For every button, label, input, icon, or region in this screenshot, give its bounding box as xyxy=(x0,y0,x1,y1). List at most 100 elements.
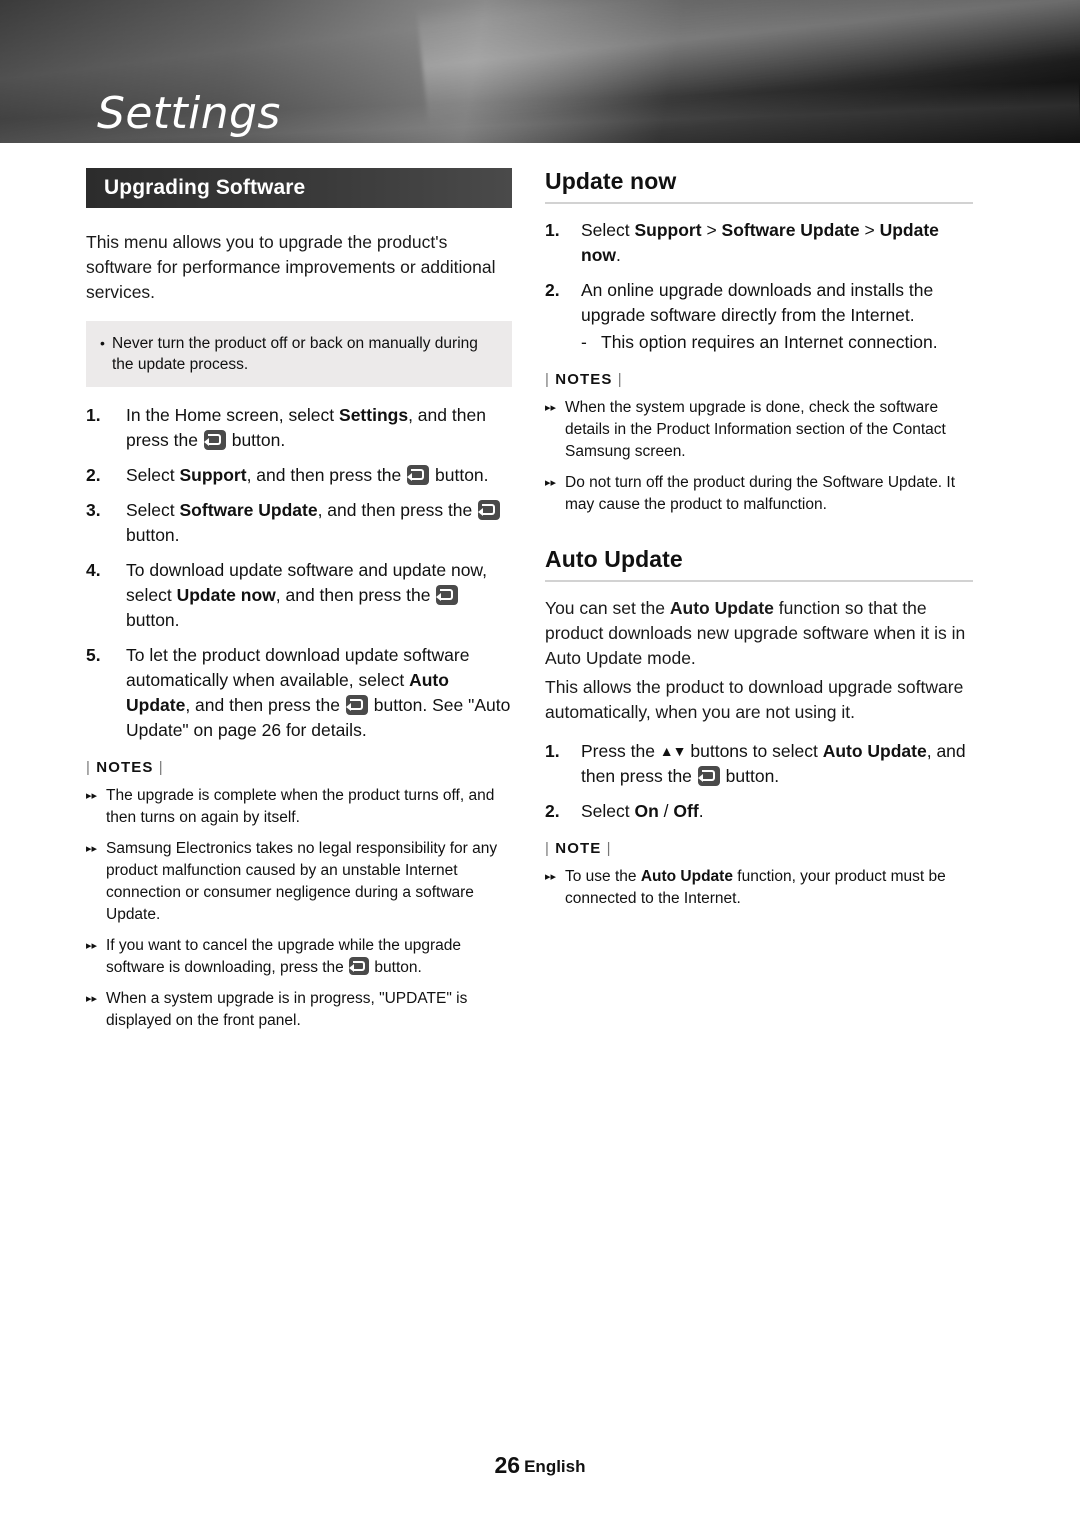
step-text-post: . xyxy=(698,801,704,821)
note-text-pre: To use the xyxy=(565,868,641,885)
section-title-upgrading-software: Upgrading Software xyxy=(86,168,512,208)
step-item: 5. To let the product download update so… xyxy=(86,643,512,743)
auto-update-steps: 1. Press the ▲▼ buttons to select Auto U… xyxy=(545,739,973,824)
footer-language: English xyxy=(524,1457,586,1476)
step-number: 3. xyxy=(86,500,101,520)
heading-auto-update: Auto Update xyxy=(545,546,973,582)
note-text: The upgrade is complete when the product… xyxy=(106,787,495,826)
step-text-post: button. xyxy=(126,525,180,545)
step-text-post: button. xyxy=(226,430,286,450)
note-arrow-icon: ▸▸ xyxy=(545,477,557,489)
auto-update-paragraph-1: You can set the Auto Update function so … xyxy=(545,596,973,671)
step-text-mid: , and then press the xyxy=(185,695,345,715)
option-off: Off xyxy=(673,801,699,821)
step-text-pre: Select xyxy=(581,220,635,240)
note-text: When the system upgrade is done, check t… xyxy=(565,399,946,460)
step-bold-term: Auto Update xyxy=(822,741,927,761)
step-item: 2. Select Support, and then press the bu… xyxy=(86,463,512,488)
step-bold-term: Settings xyxy=(339,405,409,425)
enter-key-icon xyxy=(348,957,370,975)
up-down-arrows-icon: ▲▼ xyxy=(659,743,687,759)
step-text: Select Support > Software Update > Updat… xyxy=(581,218,973,268)
step-bold-term: Support xyxy=(179,465,247,485)
option-on: On xyxy=(634,801,659,821)
step-bold-term: Update now xyxy=(176,585,276,605)
dash-marker: - xyxy=(581,332,587,352)
note-arrow-icon: ▸▸ xyxy=(86,790,98,802)
step-text: An online upgrade downloads and installs… xyxy=(581,280,934,325)
step-sub-text: This option requires an Internet connect… xyxy=(601,332,938,352)
notes-heading-right-2: | NOTE | xyxy=(545,840,612,857)
enter-key-icon xyxy=(203,430,226,450)
auto-update-paragraph-2: This allows the product to download upgr… xyxy=(545,677,964,722)
page-footer: 26 English xyxy=(0,1452,1080,1479)
auto-update-p1-pre: You can set the xyxy=(545,598,670,618)
step-number: 2. xyxy=(86,465,101,485)
left-numbered-steps: 1. In the Home screen, select Settings , … xyxy=(86,403,512,743)
step-text: Select Support, and then press the butto… xyxy=(126,463,489,488)
step-separator: > xyxy=(701,220,722,240)
step-bold-term: Software Update xyxy=(179,500,318,520)
step-item: 1. Press the ▲▼ buttons to select Auto U… xyxy=(545,739,973,789)
step-item: 1. Select Support > Software Update > Up… xyxy=(545,218,973,268)
step-text-pre: In the Home screen, select xyxy=(126,405,340,425)
enter-key-icon xyxy=(407,465,430,485)
page-header-banner: Settings xyxy=(0,0,1080,143)
step-number: 1. xyxy=(545,741,560,761)
step-text: Select Software Update, and then press t… xyxy=(126,498,512,548)
step-text-post: button. xyxy=(430,465,489,485)
step-text: Press the ▲▼ buttons to select Auto Upda… xyxy=(581,739,973,789)
enter-key-icon xyxy=(436,585,459,605)
step-text-mid: , and then press the xyxy=(317,500,478,520)
page-title: Settings xyxy=(97,88,281,139)
step-number: 1. xyxy=(86,405,101,425)
step-text-mid: , and then press the xyxy=(246,465,407,485)
step-text: Select On / Off. xyxy=(581,799,704,824)
step-text-mid: buttons to select xyxy=(685,741,823,761)
step-item: 3. Select Software Update, and then pres… xyxy=(86,498,512,548)
warning-callout-text: Never turn the product off or back on ma… xyxy=(112,335,478,373)
step-text-post: . xyxy=(616,245,621,265)
note-text: To use the Auto Update function, your pr… xyxy=(565,866,973,910)
enter-key-icon xyxy=(697,766,720,786)
page-number: 26 xyxy=(494,1452,521,1478)
notes-heading-right-2-text: NOTE xyxy=(555,840,602,857)
step-text: To let the product download update softw… xyxy=(126,643,512,743)
note-bold-term: Auto Update xyxy=(640,868,733,885)
right-column: Update now 1. Select Support > Software … xyxy=(545,168,973,919)
notes-heading-right-1-text: NOTES xyxy=(555,371,613,388)
step-item: 2. An online upgrade downloads and insta… xyxy=(545,278,973,328)
notes-heading-left: | NOTES | xyxy=(86,759,164,776)
note-text-post: button. xyxy=(370,959,422,976)
left-column: Upgrading Software This menu allows you … xyxy=(86,168,512,1041)
note-item: ▸▸ Do not turn off the product during th… xyxy=(545,472,973,516)
note-item: ▸▸ The upgrade is complete when the prod… xyxy=(86,785,512,829)
step-number: 2. xyxy=(545,280,560,300)
note-arrow-icon: ▸▸ xyxy=(86,940,98,952)
intro-paragraph: This menu allows you to upgrade the prod… xyxy=(86,232,496,302)
note-item: ▸▸ When a system upgrade is in progress,… xyxy=(86,988,512,1032)
step-separator: > xyxy=(859,220,880,240)
step-text-pre: Select xyxy=(581,801,635,821)
note-text: Samsung Electronics takes no legal respo… xyxy=(106,840,498,923)
step-number: 2. xyxy=(545,801,560,821)
heading-update-now: Update now xyxy=(545,168,973,204)
note-arrow-icon: ▸▸ xyxy=(86,993,98,1005)
warning-callout: • Never turn the product off or back on … xyxy=(86,321,512,387)
note-arrow-icon: ▸▸ xyxy=(545,402,557,414)
step-text-pre: Select xyxy=(126,465,180,485)
step-number: 5. xyxy=(86,645,101,665)
note-item: ▸▸ To use the Auto Update function, your… xyxy=(545,866,973,910)
note-arrow-icon: ▸▸ xyxy=(545,871,557,883)
step-item: 4. To download update software and updat… xyxy=(86,558,512,633)
step-item: 2. Select On / Off. xyxy=(545,799,973,824)
option-separator: / xyxy=(658,801,674,821)
note-text: When a system upgrade is in progress, "U… xyxy=(106,990,468,1029)
step-text-pre: Select xyxy=(126,500,180,520)
enter-key-icon xyxy=(345,695,368,715)
step-text-post: button. xyxy=(720,766,780,786)
enter-key-icon xyxy=(478,500,501,520)
step-text-mid: , and then press the xyxy=(275,585,436,605)
bullet-dot-icon: • xyxy=(100,335,105,351)
notes-heading-left-text: NOTES xyxy=(96,759,154,776)
